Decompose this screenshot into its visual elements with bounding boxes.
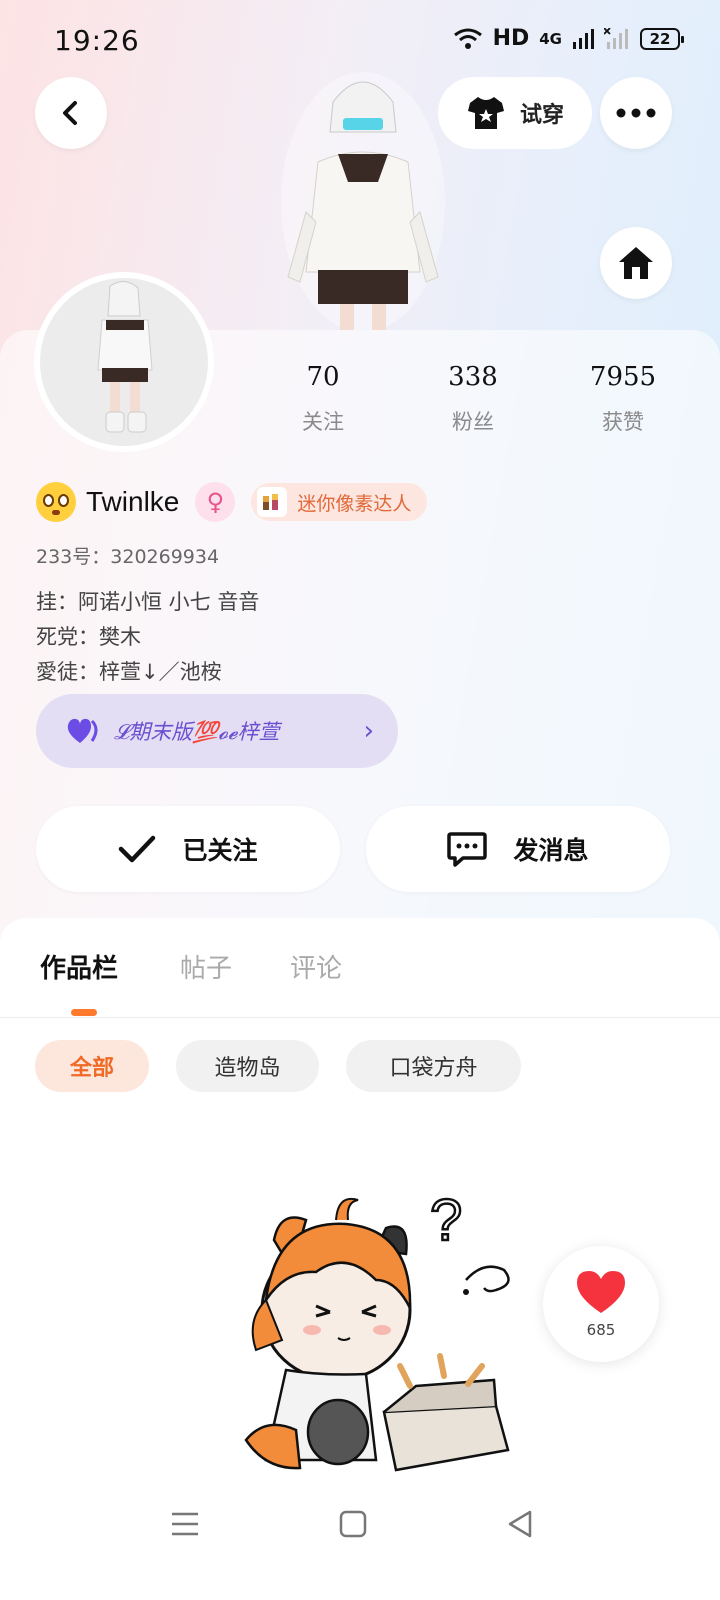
username: Twinlke xyxy=(86,486,180,517)
status-icons: HD 4G 22 xyxy=(453,26,684,51)
wifi-icon xyxy=(453,28,482,49)
likes-count: 7955 xyxy=(589,362,657,392)
menu-icon xyxy=(172,1512,198,1536)
following-button[interactable]: 已关注 xyxy=(36,806,340,892)
more-button[interactable] xyxy=(600,77,672,149)
avatar[interactable] xyxy=(34,272,214,452)
filter-chip-pocket-ark[interactable]: 口袋方舟 xyxy=(346,1040,521,1092)
network-type-label: HD xyxy=(492,26,530,51)
tab-comments[interactable]: 评论 xyxy=(290,948,342,985)
cell-type-label: 4G xyxy=(539,29,562,48)
title-badge-label: 迷你像素达人 xyxy=(297,492,412,515)
bio-line: 死党：樊木 xyxy=(36,625,141,649)
female-gender-icon: ♀ xyxy=(195,482,236,522)
tshirt-icon xyxy=(467,97,504,129)
more-dots-icon xyxy=(616,108,656,118)
send-message-label: 发消息 xyxy=(513,836,589,865)
home-button[interactable] xyxy=(600,227,672,299)
heart-icon xyxy=(577,1271,625,1313)
back-nav-button[interactable] xyxy=(500,1504,540,1544)
filter-chip-all[interactable]: 全部 xyxy=(35,1040,149,1092)
pixel-figures-icon xyxy=(257,487,288,517)
send-message-button[interactable]: 发消息 xyxy=(366,806,670,892)
back-button[interactable] xyxy=(35,77,107,149)
try-on-button[interactable]: 试穿 xyxy=(438,77,592,149)
checkmark-icon xyxy=(119,835,156,863)
title-badge[interactable]: 迷你像素达人 xyxy=(251,483,428,521)
chevron-left-icon xyxy=(63,101,77,125)
filter-chip-creation-island[interactable]: 造物岛 xyxy=(176,1040,319,1092)
name-row: Twinlke ♀ 迷你像素达人 xyxy=(36,482,428,522)
followers-stat[interactable]: 338 粉丝 xyxy=(413,362,533,436)
followers-label: 粉丝 xyxy=(452,410,494,434)
system-navigation-bar xyxy=(0,1478,720,1600)
home-icon xyxy=(619,247,653,279)
bio-line: 愛徒：梓萱↓／池桉 xyxy=(36,660,222,684)
following-button-label: 已关注 xyxy=(182,836,258,865)
following-label: 关注 xyxy=(302,410,344,434)
tab-posts[interactable]: 帖子 xyxy=(180,948,232,985)
guild-badge[interactable]: 𝓛期末版💯𝓸𝓮梓萱 › xyxy=(36,694,398,768)
svg-text:?: ? xyxy=(430,1188,462,1253)
battery-level: 22 xyxy=(649,29,671,48)
status-time: 19:26 xyxy=(54,24,140,57)
menu-nav-button[interactable] xyxy=(165,1504,205,1544)
battery-indicator: 22 xyxy=(640,27,684,50)
signal-icon xyxy=(573,28,594,49)
user-id: 233号：320269934 xyxy=(36,546,220,568)
chevron-right-icon: › xyxy=(363,716,374,746)
try-on-label: 试穿 xyxy=(519,103,564,128)
heart-icon xyxy=(67,718,98,743)
active-tab-indicator xyxy=(71,1009,97,1016)
like-button[interactable]: 685 xyxy=(543,1246,659,1362)
likes-label: 获赞 xyxy=(602,410,644,434)
bio: 挂：阿诺小恒 小七 音音 死党：樊木 愛徒：梓萱↓／池桉 xyxy=(36,585,259,690)
empty-state-illustration: ? xyxy=(244,1187,510,1472)
followers-count: 338 xyxy=(448,362,498,392)
like-count: 685 xyxy=(586,1321,616,1339)
following-count: 70 xyxy=(306,362,340,392)
flushed-face-icon xyxy=(36,482,76,522)
tab-works[interactable]: 作品栏 xyxy=(40,948,118,985)
home-nav-button[interactable] xyxy=(333,1504,373,1544)
content-tabs: 作品栏 帖子 评论 xyxy=(0,940,720,1018)
chat-bubble-icon xyxy=(447,832,488,867)
square-icon xyxy=(339,1510,367,1538)
triangle-back-icon xyxy=(508,1510,532,1538)
avatar-figure xyxy=(97,281,153,433)
signal-weak-icon xyxy=(604,27,628,49)
following-stat[interactable]: 70 关注 xyxy=(263,362,383,436)
likes-stat[interactable]: 7955 获赞 xyxy=(563,362,683,436)
guild-name: 𝓛期末版💯𝓸𝓮梓萱 xyxy=(114,720,280,744)
bio-line: 挂：阿诺小恒 小七 音音 xyxy=(36,590,260,614)
avatar-3d-figure xyxy=(281,72,445,330)
